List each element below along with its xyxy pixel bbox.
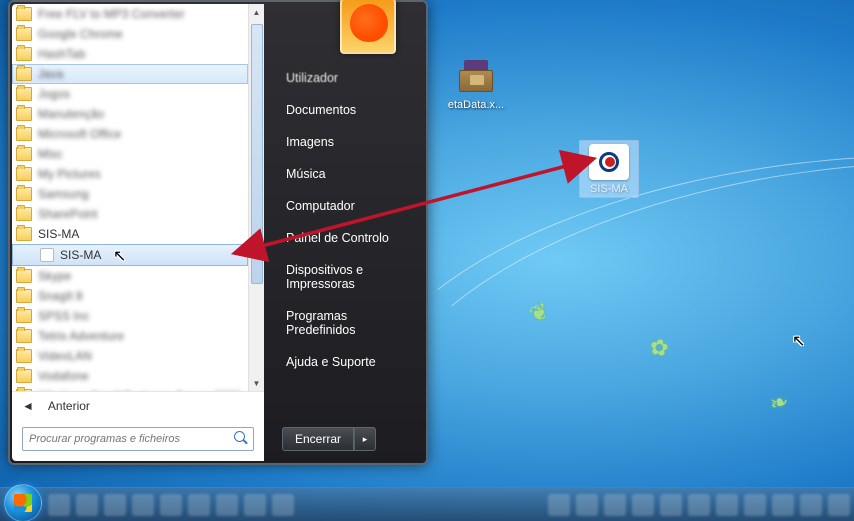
tray-icon[interactable] (828, 494, 850, 516)
program-folder[interactable]: My Pictures (12, 164, 248, 184)
program-folder[interactable]: Java (12, 64, 248, 84)
computer-link[interactable]: Computador (280, 190, 418, 222)
all-programs-list: Free FLV to MP3 Converter Google Chrome … (12, 4, 264, 391)
scroll-up-button[interactable]: ▲ (249, 4, 264, 20)
program-folder[interactable]: Misc (12, 144, 248, 164)
taskbar-pinned-icon[interactable] (216, 494, 238, 516)
folder-icon (16, 309, 32, 323)
taskbar-window-icon[interactable] (660, 494, 682, 516)
documents-link[interactable]: Documentos (280, 94, 418, 126)
folder-icon (16, 107, 32, 121)
folder-icon (16, 7, 32, 21)
taskbar-pinned-icon[interactable] (104, 494, 126, 516)
desktop-icon-label: etaData.x... (440, 99, 512, 111)
program-folder[interactable]: Jogos (12, 84, 248, 104)
folder-open-icon (16, 227, 32, 241)
scrollbar[interactable]: ▲ ▼ (248, 4, 264, 391)
program-folder[interactable]: Free FLV to MP3 Converter (12, 4, 248, 24)
rar-archive-icon (456, 60, 496, 96)
taskbar-pinned-icon[interactable] (76, 494, 98, 516)
taskbar-window-icon[interactable] (604, 494, 626, 516)
start-menu: Free FLV to MP3 Converter Google Chrome … (8, 0, 428, 465)
taskbar-pinned-icon[interactable] (132, 494, 154, 516)
program-folder[interactable]: Vodafone (12, 366, 248, 386)
search-icon[interactable] (234, 431, 248, 445)
program-label: SIS-MA (38, 227, 79, 241)
program-folder[interactable]: HashTab (12, 44, 248, 64)
folder-icon (16, 47, 32, 61)
taskbar-pinned-icon[interactable] (188, 494, 210, 516)
mouse-cursor-icon: ↖ (113, 246, 126, 266)
program-folder[interactable]: Google Chrome (12, 24, 248, 44)
folder-icon (16, 207, 32, 221)
folder-icon (16, 147, 32, 161)
desktop-icon-rar[interactable]: etaData.x... (440, 60, 512, 111)
program-folder[interactable]: SPSS Inc (12, 306, 248, 326)
program-folder[interactable]: Skype (12, 266, 248, 286)
desktop[interactable]: ❦ ✿ ❧ etaData.x... SIS-MA Free FLV to MP… (0, 0, 854, 521)
folder-icon (16, 349, 32, 363)
program-folder[interactable]: Manutenção (12, 104, 248, 124)
folder-icon (16, 187, 32, 201)
program-folder[interactable]: Tetris Adventure (12, 326, 248, 346)
program-folder[interactable]: SnagIt 8 (12, 286, 248, 306)
app-icon (40, 248, 54, 262)
folder-icon (16, 389, 32, 391)
control-panel-link[interactable]: Painel de Controlo (280, 222, 418, 254)
taskbar-window-icon[interactable] (548, 494, 570, 516)
taskbar-window-icon[interactable] (632, 494, 654, 516)
scroll-down-button[interactable]: ▼ (249, 375, 264, 391)
folder-icon (16, 67, 32, 81)
shutdown-button[interactable]: Encerrar (282, 427, 354, 451)
devices-printers-link[interactable]: Dispositivos e Impressoras (280, 254, 418, 300)
search-area (12, 419, 264, 461)
shutdown-group: Encerrar ▸ (282, 427, 376, 451)
pictures-link[interactable]: Imagens (280, 126, 418, 158)
scroll-thumb[interactable] (251, 24, 263, 284)
taskbar-window-icon[interactable] (772, 494, 794, 516)
folder-icon (16, 87, 32, 101)
mouse-cursor-icon: ↖ (792, 331, 805, 351)
sisma-app-icon (589, 144, 629, 180)
program-label: SIS-MA (60, 248, 101, 262)
taskbar-pinned-icon[interactable] (272, 494, 294, 516)
music-link[interactable]: Música (280, 158, 418, 190)
help-support-link[interactable]: Ajuda e Suporte (280, 346, 418, 378)
taskbar-pinned-icon[interactable] (48, 494, 70, 516)
shutdown-options-button[interactable]: ▸ (354, 427, 376, 451)
folder-icon (16, 329, 32, 343)
program-folder-sisma[interactable]: SIS-MA (12, 224, 248, 244)
program-item-sisma[interactable]: SIS-MA (12, 244, 248, 266)
user-name-link[interactable]: Utilizador (280, 62, 418, 94)
taskbar-pinned-icon[interactable] (160, 494, 182, 516)
taskbar-window-icon[interactable] (576, 494, 598, 516)
taskbar-window-icon[interactable] (744, 494, 766, 516)
program-folder[interactable]: SharePoint (12, 204, 248, 224)
folder-icon (16, 127, 32, 141)
start-left-column: Free FLV to MP3 Converter Google Chrome … (12, 4, 264, 461)
back-arrow-icon: ◄ (22, 399, 34, 413)
desktop-icon-sisma[interactable]: SIS-MA (573, 144, 645, 195)
taskbar-window-icon[interactable] (688, 494, 710, 516)
folder-icon (16, 289, 32, 303)
folder-icon (16, 167, 32, 181)
program-folder[interactable]: Samsung (12, 184, 248, 204)
taskbar (0, 487, 854, 521)
program-folder[interactable]: VideoLAN (12, 346, 248, 366)
tray-icon[interactable] (800, 494, 822, 516)
back-button[interactable]: ◄ Anterior (12, 391, 264, 419)
program-folder[interactable]: Microsoft Office (12, 124, 248, 144)
search-input[interactable] (22, 427, 254, 451)
folder-icon (16, 27, 32, 41)
taskbar-pinned-icon[interactable] (244, 494, 266, 516)
taskbar-window-icon[interactable] (716, 494, 738, 516)
back-label: Anterior (48, 399, 90, 413)
default-programs-link[interactable]: Programas Predefinidos (280, 300, 418, 346)
user-avatar[interactable] (340, 0, 396, 54)
program-folder[interactable]: Windows Small Business Server 2008 (12, 386, 248, 391)
start-orb[interactable] (4, 484, 42, 521)
folder-icon (16, 269, 32, 283)
folder-icon (16, 369, 32, 383)
start-right-column: Utilizador Documentos Imagens Música Com… (264, 2, 426, 463)
